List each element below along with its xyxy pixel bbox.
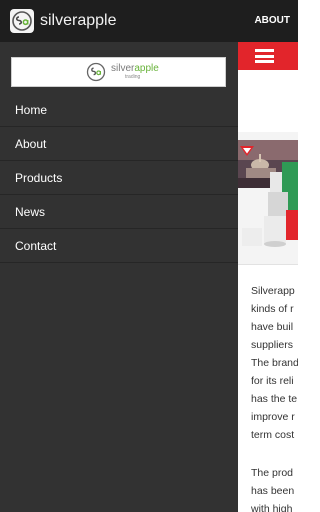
- about-action-button[interactable]: ABOUT: [254, 14, 290, 28]
- menu-item-products[interactable]: Products: [0, 161, 238, 195]
- hero-illustration: [238, 132, 298, 264]
- logo-subtitle: trading: [125, 74, 141, 80]
- menu-item-home[interactable]: Home: [0, 93, 238, 127]
- text-line: has been: [251, 485, 295, 497]
- app-title: silverapple: [40, 12, 117, 29]
- text-line: for its reli: [251, 375, 294, 387]
- page-content: Silverapp kinds of r have buil suppliers…: [238, 42, 298, 512]
- text-line: improve r: [251, 411, 295, 423]
- drawer-menu: Home About Products News Contact: [0, 93, 238, 263]
- sa-logo-mark-icon: [86, 62, 106, 82]
- text-line: term cost: [251, 429, 295, 441]
- text-line: has the te: [251, 393, 298, 405]
- product-paragraph: The prod has been with high: [251, 464, 298, 512]
- hamburger-bar: [255, 54, 274, 58]
- menu-item-contact[interactable]: Contact: [0, 229, 238, 263]
- content-divider: [238, 264, 298, 265]
- logo-wordmark-accent: apple: [134, 63, 159, 74]
- text-line: have buil: [251, 321, 294, 333]
- text-line: suppliers: [251, 339, 294, 351]
- hamburger-menu-icon[interactable]: [255, 49, 274, 63]
- text-line: The brand: [251, 357, 298, 369]
- hamburger-bar: [255, 60, 274, 63]
- brand-logo[interactable]: silverapple trading: [11, 57, 226, 87]
- sa-logo-icon[interactable]: [10, 9, 34, 33]
- logo-wordmark-prefix: silver: [111, 63, 135, 74]
- text-line: Silverapp: [251, 285, 295, 297]
- text-line: The prod: [251, 467, 294, 479]
- text-line: kinds of r: [251, 303, 294, 315]
- page-header-bar: [238, 42, 298, 70]
- navigation-drawer: silverapple trading Home About Products …: [0, 42, 238, 512]
- app-bar: silverapple ABOUT: [0, 0, 298, 42]
- hamburger-bar: [255, 49, 274, 52]
- about-paragraph: Silverapp kinds of r have buil suppliers…: [251, 282, 298, 444]
- menu-item-news[interactable]: News: [0, 195, 238, 229]
- text-line: with high: [251, 503, 293, 512]
- menu-item-about[interactable]: About: [0, 127, 238, 161]
- hero-image: [238, 132, 298, 264]
